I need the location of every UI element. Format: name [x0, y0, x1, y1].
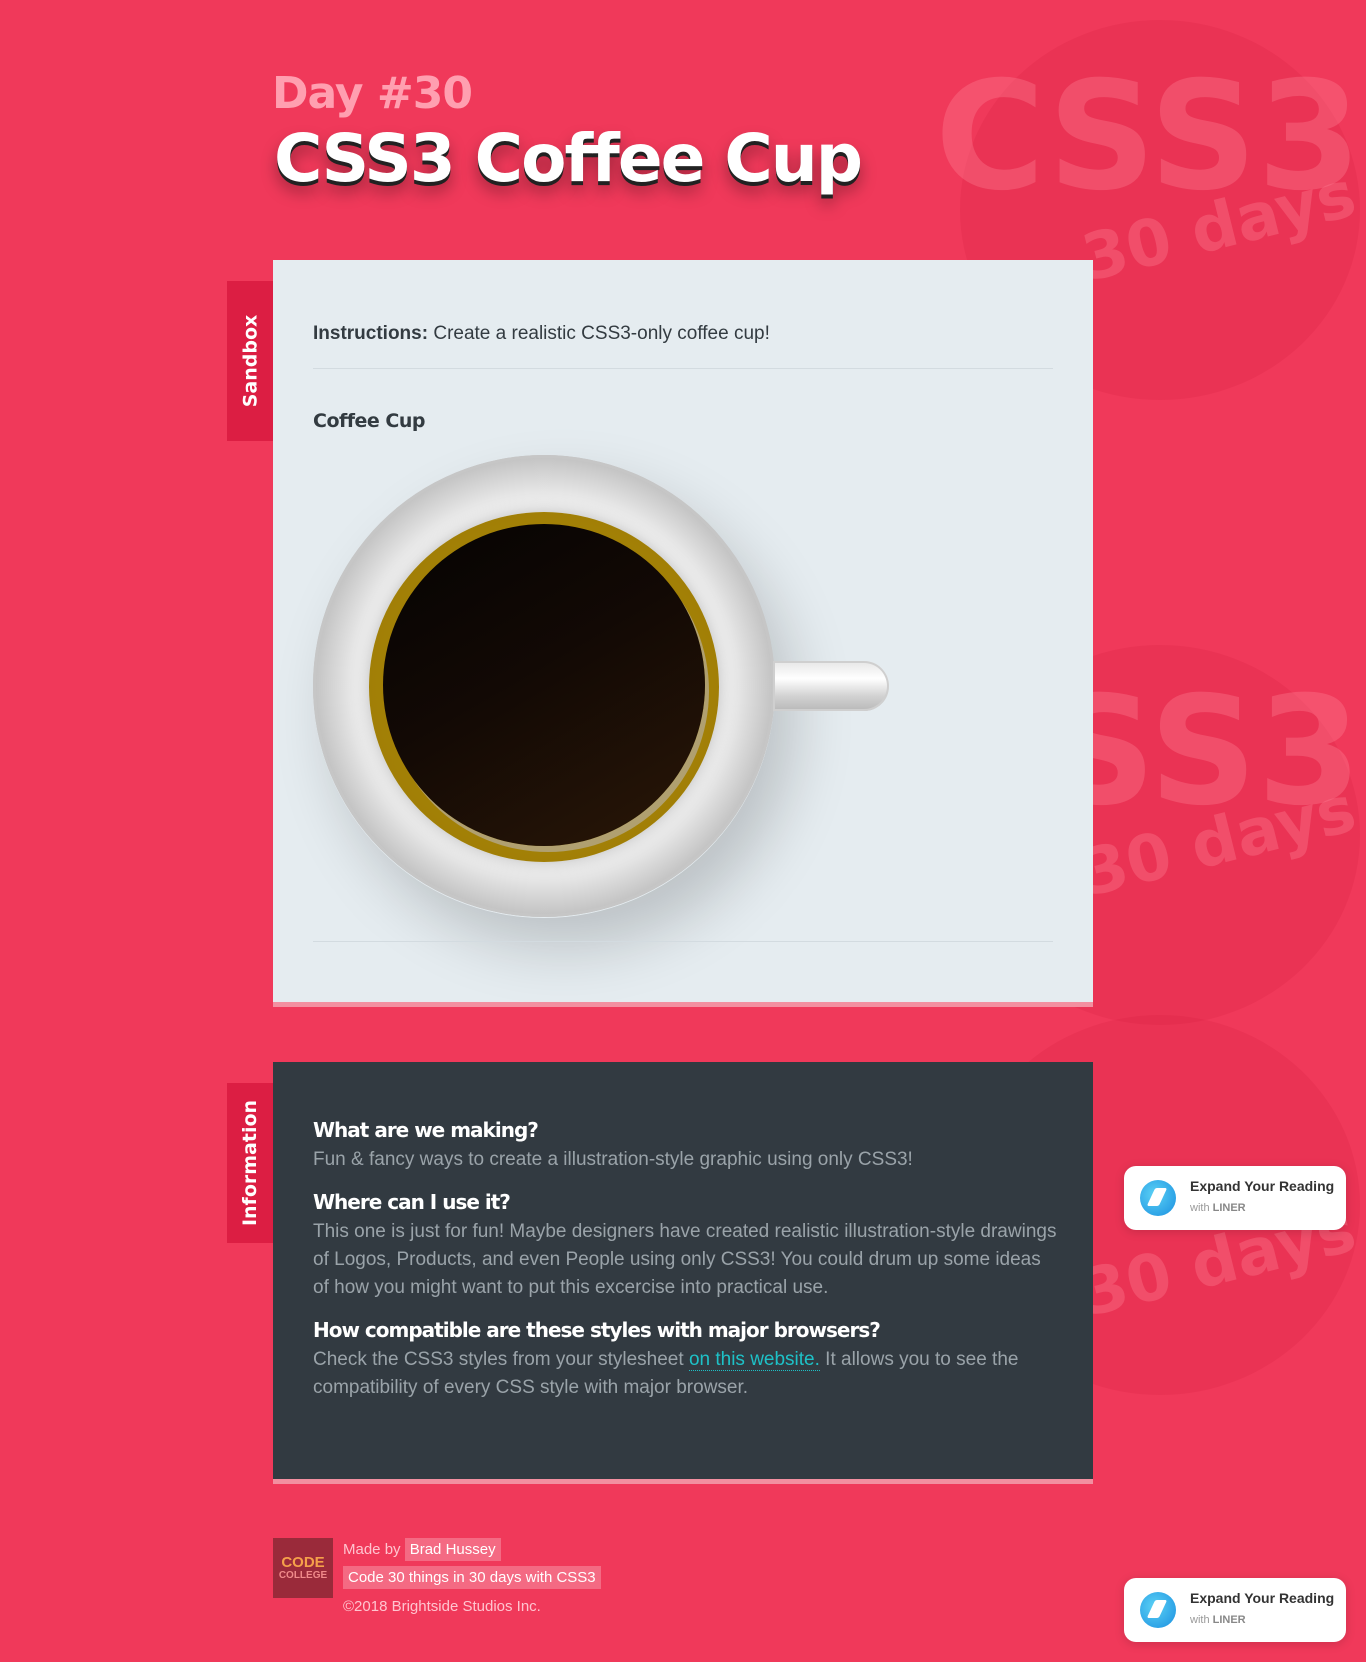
cup-rim — [369, 512, 719, 862]
made-by-label: Made by — [343, 1541, 401, 1558]
tab-sandbox-label: Sandbox — [239, 314, 262, 408]
instructions: Instructions: Create a realistic CSS3-on… — [313, 323, 770, 345]
answer-2: This one is just for fun! Maybe designer… — [313, 1221, 1057, 1298]
divider-top — [313, 368, 1053, 369]
page-title: CSS3 Coffee Cup — [274, 120, 863, 197]
answer-3: Check the CSS3 styles from your styleshe… — [313, 1346, 1061, 1402]
divider-bottom — [313, 941, 1053, 942]
logo-line-1: CODE — [281, 1553, 325, 1571]
section-title: Coffee Cup — [313, 410, 426, 432]
coffee-liquid — [383, 524, 705, 846]
code-college-logo[interactable]: CODE COLLEGE — [273, 1538, 333, 1598]
liner-title: Expand Your Reading — [1190, 1590, 1335, 1606]
copyright: ©2018 Brightside Studios Inc. — [343, 1598, 541, 1615]
cup-handle — [773, 661, 889, 711]
information-panel: What are we making? Fun & fancy ways to … — [273, 1062, 1093, 1479]
instructions-label: Instructions: — [313, 323, 429, 344]
liner-highlighter-icon — [1140, 1592, 1176, 1628]
liner-popup-1[interactable]: Expand Your Reading with LINER — [1124, 1166, 1346, 1230]
tab-information[interactable]: Information — [227, 1083, 274, 1243]
liner-subtitle: with LINER — [1190, 1614, 1246, 1626]
course-line: Code 30 things in 30 days with CSS3 — [343, 1566, 601, 1589]
question-1: What are we making? — [313, 1118, 539, 1142]
tab-sandbox[interactable]: Sandbox — [227, 281, 274, 441]
liner-highlighter-icon — [1140, 1180, 1176, 1216]
answer-3-before: Check the CSS3 styles from your styleshe… — [313, 1349, 689, 1370]
made-by-line: Made by Brad Hussey — [343, 1538, 501, 1561]
instructions-text: Create a realistic CSS3-only coffee cup! — [428, 323, 770, 344]
question-2: Where can I use it? — [313, 1190, 511, 1214]
tab-information-label: Information — [239, 1099, 262, 1227]
day-label: Day #30 — [272, 68, 473, 119]
liner-popup-2[interactable]: Expand Your Reading with LINER — [1124, 1578, 1346, 1642]
coffee-cup — [313, 455, 775, 917]
course-link[interactable]: Code 30 things in 30 days with CSS3 — [343, 1566, 601, 1589]
author-link[interactable]: Brad Hussey — [404, 1538, 501, 1561]
liner-subtitle: with LINER — [1190, 1202, 1246, 1214]
liner-title: Expand Your Reading — [1190, 1178, 1335, 1194]
question-3: How compatible are these styles with maj… — [313, 1318, 881, 1342]
sandbox-panel: Instructions: Create a realistic CSS3-on… — [273, 260, 1093, 1002]
compatibility-link[interactable]: on this website. — [688, 1349, 820, 1371]
answer-1: Fun & fancy ways to create a illustratio… — [313, 1149, 913, 1170]
logo-line-2: COLLEGE — [278, 1569, 328, 1581]
